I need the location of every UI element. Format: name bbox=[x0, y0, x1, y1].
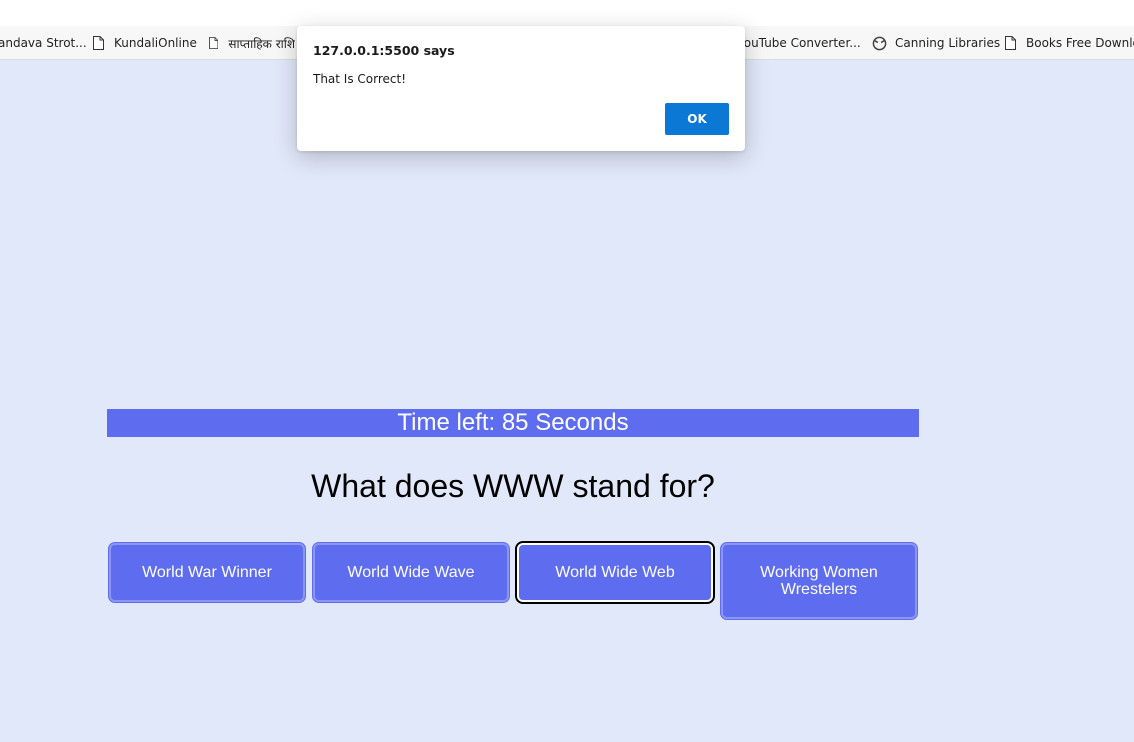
bookmark-label: साप्ताहिक राशि bbox=[228, 36, 295, 51]
bookmark-item[interactable]: Books Free Downlo... bbox=[1005, 26, 1134, 59]
timer-bar: Time left: 85 Seconds bbox=[107, 409, 919, 437]
page-icon bbox=[209, 37, 219, 49]
alert-dialog: 127.0.0.1:5500 says That Is Correct! OK bbox=[297, 26, 745, 151]
bookmark-label: andava Strot... bbox=[0, 36, 87, 50]
alert-title: 127.0.0.1:5500 says bbox=[313, 43, 455, 58]
bookmark-label: Books Free Downlo... bbox=[1026, 36, 1134, 50]
answer-label: Working Women Wrestelers bbox=[760, 564, 878, 598]
answer-button[interactable]: World War Winner bbox=[109, 543, 305, 602]
question-text: What does WWW stand for? bbox=[311, 468, 715, 504]
ok-button[interactable]: OK bbox=[665, 103, 729, 135]
alert-message: That Is Correct! bbox=[313, 72, 407, 86]
answer-button-selected[interactable]: World Wide Web bbox=[517, 543, 713, 602]
page-icon bbox=[93, 36, 104, 50]
browser-top-strip bbox=[0, 0, 1134, 26]
bookmark-label: YouTube Converter... bbox=[738, 36, 861, 50]
bookmark-label: Canning Libraries bbox=[895, 36, 1001, 50]
bookmark-item[interactable]: Canning Libraries bbox=[872, 26, 1001, 59]
answer-label: World War Winner bbox=[142, 564, 272, 581]
bookmark-item[interactable]: साप्ताहिक राशि bbox=[209, 26, 295, 59]
bookmark-item[interactable]: KundaliOnline bbox=[93, 26, 197, 59]
answer-button[interactable]: World Wide Wave bbox=[313, 543, 509, 602]
answer-label: World Wide Web bbox=[555, 564, 675, 581]
globe-icon bbox=[872, 36, 887, 50]
bookmark-label: KundaliOnline bbox=[114, 36, 197, 50]
bookmark-item[interactable]: andava Strot... bbox=[0, 26, 87, 59]
answer-label: World Wide Wave bbox=[347, 564, 475, 581]
page-icon bbox=[1005, 36, 1016, 50]
answer-button[interactable]: Working Women Wrestelers bbox=[721, 543, 917, 619]
bookmark-item[interactable]: YouTube Converter... bbox=[738, 26, 861, 59]
